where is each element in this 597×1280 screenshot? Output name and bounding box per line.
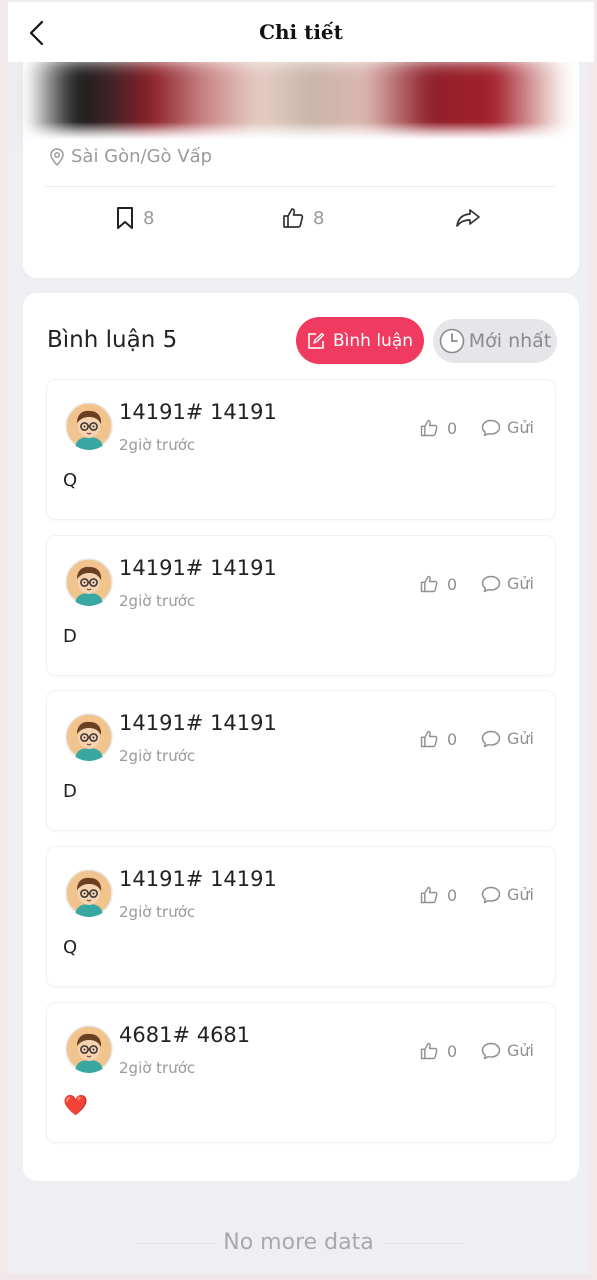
user-avatar[interactable] xyxy=(65,558,113,606)
user-avatar[interactable] xyxy=(65,713,113,761)
chat-bubble-icon xyxy=(481,575,501,592)
post-like-count: 8 xyxy=(313,207,325,229)
post-card: Sài Gòn/Gò Vấp 8 8 xyxy=(23,30,579,278)
thumbs-up-icon xyxy=(420,1042,438,1060)
post-location: Sài Gòn/Gò Vấp xyxy=(49,146,212,167)
comment-item: 14191# 14191 2giờ trước 0 Gửi Q xyxy=(47,847,555,986)
comment-reply-label: Gửi xyxy=(507,574,534,593)
comments-title: Bình luận 5 xyxy=(47,327,178,353)
chevron-left-icon xyxy=(29,20,44,46)
comment-reply-label: Gửi xyxy=(507,418,534,437)
bookmark-count: 8 xyxy=(143,207,155,229)
share-icon xyxy=(456,209,480,227)
comment-text: D xyxy=(63,626,77,647)
comment-text: Q xyxy=(63,937,78,958)
user-avatar[interactable] xyxy=(65,402,113,450)
comment-timestamp: 2giờ trước xyxy=(119,436,196,454)
avatar-icon xyxy=(65,1025,113,1073)
thumbs-up-icon xyxy=(420,730,438,748)
avatar-icon xyxy=(65,402,113,450)
comment-timestamp: 2giờ trước xyxy=(119,592,196,610)
chat-bubble-icon xyxy=(481,730,501,747)
comment-text: D xyxy=(63,781,77,802)
comment-timestamp: 2giờ trước xyxy=(119,903,196,921)
comment-reply-button[interactable]: Gửi xyxy=(481,885,534,904)
comment-item: 14191# 14191 2giờ trước 0 Gửi D xyxy=(47,691,555,830)
comment-reply-label: Gửi xyxy=(507,885,534,904)
comment-user-name[interactable]: 14191# 14191 xyxy=(119,556,277,580)
clock-icon xyxy=(439,328,465,354)
comment-reply-button[interactable]: Gửi xyxy=(481,1041,534,1060)
user-avatar[interactable] xyxy=(65,869,113,917)
avatar-icon xyxy=(65,558,113,606)
avatar-icon xyxy=(65,713,113,761)
top-nav-bar: Chi tiết xyxy=(8,2,594,62)
comment-item: 14191# 14191 2giờ trước 0 Gửi Q xyxy=(47,380,555,519)
comment-like-button[interactable]: 0 xyxy=(419,729,457,749)
comment-user-name[interactable]: 14191# 14191 xyxy=(119,711,277,735)
like-post-button[interactable]: 8 xyxy=(281,206,324,230)
sort-newest-label: Mới nhất xyxy=(468,330,552,352)
comment-item: 4681# 4681 2giờ trước 0 Gửi ❤️ xyxy=(47,1003,555,1142)
back-button[interactable] xyxy=(22,18,52,48)
write-comment-button[interactable]: Bình luận xyxy=(296,317,424,364)
chat-bubble-icon xyxy=(481,1042,501,1059)
thumbs-up-icon xyxy=(420,419,438,437)
location-text: Sài Gòn/Gò Vấp xyxy=(71,146,213,167)
share-button[interactable] xyxy=(455,206,481,230)
comment-like-count: 0 xyxy=(447,1041,458,1061)
comment-like-count: 0 xyxy=(447,574,458,594)
bookmark-button[interactable]: 8 xyxy=(115,206,154,230)
comment-user-name[interactable]: 4681# 4681 xyxy=(119,1023,250,1047)
edit-icon xyxy=(308,332,325,349)
page-title: Chi tiết xyxy=(259,20,343,44)
comment-timestamp: 2giờ trước xyxy=(119,747,196,765)
comments-card: Bình luận 5 Bình luận Mới nhất 14191# 14… xyxy=(23,293,579,1181)
comment-user-name[interactable]: 14191# 14191 xyxy=(119,400,277,424)
comment-reply-button[interactable]: Gửi xyxy=(481,574,534,593)
comment-like-button[interactable]: 0 xyxy=(419,418,457,438)
thumbs-up-icon xyxy=(420,575,438,593)
thumbs-up-icon xyxy=(283,208,304,228)
comment-like-count: 0 xyxy=(447,418,458,438)
thumbs-up-icon xyxy=(420,886,438,904)
comment-text: Q xyxy=(63,470,78,491)
write-comment-label: Bình luận xyxy=(332,330,414,351)
comment-timestamp: 2giờ trước xyxy=(119,1059,196,1077)
comment-text: ❤️ xyxy=(63,1093,88,1117)
bookmark-icon xyxy=(117,207,133,229)
comment-reply-label: Gửi xyxy=(507,1041,534,1060)
user-avatar[interactable] xyxy=(65,1025,113,1073)
comment-like-button[interactable]: 0 xyxy=(419,574,457,594)
comment-reply-button[interactable]: Gửi xyxy=(481,418,534,437)
comment-like-count: 0 xyxy=(447,885,458,905)
comment-user-name[interactable]: 14191# 14191 xyxy=(119,867,277,891)
comment-reply-button[interactable]: Gửi xyxy=(481,729,534,748)
comment-reply-label: Gửi xyxy=(507,729,534,748)
comments-header: Bình luận 5 Bình luận Mới nhất xyxy=(47,317,557,365)
no-more-data-text: No more data xyxy=(223,1230,374,1255)
sort-newest-button[interactable]: Mới nhất xyxy=(433,319,557,363)
comment-like-button[interactable]: 0 xyxy=(419,1041,457,1061)
comment-item: 14191# 14191 2giờ trước 0 Gửi D xyxy=(47,536,555,675)
avatar-icon xyxy=(65,869,113,917)
chat-bubble-icon xyxy=(481,419,501,436)
divider xyxy=(45,186,555,187)
chat-bubble-icon xyxy=(481,886,501,903)
comment-like-count: 0 xyxy=(447,729,458,749)
post-actions: 8 8 xyxy=(23,202,579,242)
location-pin-icon xyxy=(50,147,64,166)
comment-like-button[interactable]: 0 xyxy=(419,885,457,905)
